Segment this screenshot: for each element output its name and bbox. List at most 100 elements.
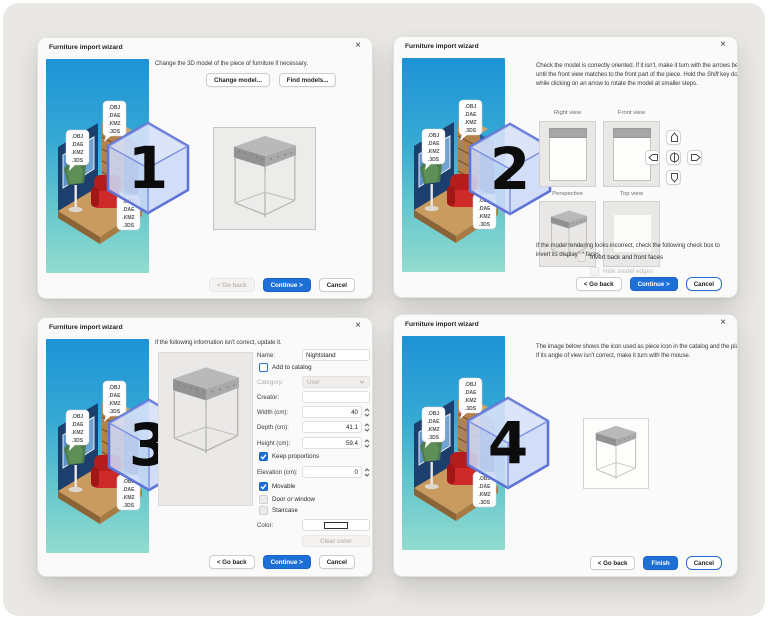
rotate-down-button[interactable]	[666, 170, 681, 185]
door-window-label: Door or window	[272, 496, 315, 503]
front-view-label: Front view	[603, 110, 660, 116]
svg-text:.3DS: .3DS	[72, 438, 84, 444]
staircase-row: Staircase	[259, 506, 298, 515]
cancel-button[interactable]: Cancel	[319, 278, 355, 292]
svg-text:.3DS: .3DS	[465, 406, 477, 412]
rotate-up-button[interactable]	[666, 130, 681, 145]
elevation-row: Elevation (cm):	[257, 466, 370, 478]
color-label: Color:	[257, 522, 302, 529]
go-back-button[interactable]: < Go back	[209, 555, 255, 569]
width-spinner[interactable]	[364, 408, 370, 417]
close-icon[interactable]: ×	[720, 40, 726, 50]
height-input[interactable]	[302, 437, 362, 449]
dialog-title: Furniture import wizard	[49, 324, 123, 331]
dialog-title: Furniture import wizard	[49, 44, 123, 51]
svg-text:.DAE: .DAE	[479, 206, 492, 212]
creator-input[interactable]	[302, 391, 370, 403]
elevation-spinner[interactable]	[364, 468, 370, 477]
clear-color-row: Clear color	[257, 535, 370, 547]
depth-spinner[interactable]	[364, 423, 370, 432]
clear-color-button: Clear color	[302, 535, 370, 547]
rotate-right-button[interactable]	[687, 150, 702, 165]
close-icon[interactable]: ×	[355, 321, 361, 331]
svg-text:.OBJ: .OBJ	[123, 199, 135, 205]
nightstand-wireframe	[168, 361, 244, 465]
continue-button[interactable]: Continue >	[630, 277, 678, 291]
keep-proportions-row: Keep proportions	[259, 452, 319, 461]
go-back-button[interactable]: < Go back	[590, 556, 636, 570]
name-row: Name:	[257, 349, 370, 361]
svg-text:.3DS: .3DS	[109, 409, 121, 415]
add-to-catalog-row: Add to catalog	[259, 363, 312, 372]
width-row: Width (cm):	[257, 406, 370, 418]
color-picker-button[interactable]	[302, 519, 370, 531]
perspective-label: Perspective	[539, 191, 596, 197]
cancel-button[interactable]: Cancel	[686, 277, 722, 291]
height-row: Height (cm):	[257, 437, 370, 449]
hide-edges-label: Hide model edges	[603, 268, 653, 275]
svg-text:.KMZ: .KMZ	[122, 495, 134, 501]
movable-checkbox[interactable]	[259, 482, 268, 491]
check-icon	[260, 453, 267, 460]
cancel-button[interactable]: Cancel	[319, 555, 355, 569]
import-formats-illustration: .OBJ .DAE .KMZ .3DS .OBJ .DAE .KMZ .3DS …	[46, 339, 149, 553]
continue-button[interactable]: Continue >	[263, 278, 311, 292]
height-spinner[interactable]	[364, 439, 370, 448]
color-row: Color:	[257, 519, 370, 531]
rotate-left-button[interactable]	[645, 150, 660, 165]
screenshot-canvas: Furniture import wizard ×	[0, 0, 768, 619]
invert-faces-checkbox[interactable]	[577, 253, 586, 262]
staircase-checkbox[interactable]	[259, 506, 268, 515]
close-icon[interactable]: ×	[720, 318, 726, 328]
width-input[interactable]	[302, 406, 362, 418]
close-icon[interactable]: ×	[355, 41, 361, 51]
height-label: Height (cm):	[257, 440, 302, 447]
wizard-dialog-step2: Furniture import wizard ×	[393, 36, 738, 298]
name-label: Name:	[257, 352, 302, 359]
svg-text:.DAE: .DAE	[465, 112, 478, 118]
depth-input[interactable]	[302, 421, 362, 433]
svg-text:.3DS: .3DS	[123, 223, 135, 229]
svg-text:.3DS: .3DS	[123, 503, 135, 509]
svg-text:.DAE: .DAE	[109, 113, 122, 119]
svg-text:.KMZ: .KMZ	[464, 120, 476, 126]
creator-row: Creator:	[257, 391, 370, 403]
model-preview[interactable]	[213, 127, 316, 230]
elevation-input[interactable]	[302, 466, 362, 478]
add-to-catalog-checkbox[interactable]	[259, 363, 268, 372]
go-back-button[interactable]: < Go back	[576, 277, 622, 291]
svg-text:.DAE: .DAE	[72, 142, 85, 148]
dialog-title: Furniture import wizard	[405, 43, 479, 50]
svg-text:.3DS: .3DS	[479, 222, 491, 228]
door-window-checkbox[interactable]	[259, 495, 268, 504]
staircase-label: Staircase	[272, 507, 298, 514]
find-models-button[interactable]: Find models...	[279, 73, 337, 87]
movable-label: Movable	[272, 483, 295, 490]
model-preview	[158, 352, 253, 506]
svg-text:.OBJ: .OBJ	[465, 104, 477, 110]
change-model-button[interactable]: Change model...	[206, 73, 270, 87]
elevation-label: Elevation (cm):	[257, 469, 302, 476]
keep-proportions-label: Keep proportions	[272, 453, 319, 460]
continue-button[interactable]: Continue >	[263, 555, 311, 569]
category-select: User	[302, 376, 370, 388]
svg-text:.3DS: .3DS	[428, 435, 440, 441]
svg-text:.KMZ: .KMZ	[71, 430, 83, 436]
svg-text:.KMZ: .KMZ	[122, 215, 134, 221]
svg-text:.DAE: .DAE	[428, 141, 441, 147]
name-input[interactable]	[302, 349, 370, 361]
finish-button[interactable]: Finish	[643, 556, 677, 570]
movable-row: Movable	[259, 482, 295, 491]
svg-text:.OBJ: .OBJ	[428, 411, 440, 417]
keep-proportions-checkbox[interactable]	[259, 452, 268, 461]
cancel-button[interactable]: Cancel	[686, 556, 722, 570]
icon-preview[interactable]	[583, 418, 649, 489]
svg-text:.3DS: .3DS	[465, 128, 477, 134]
wizard-art-panel: .OBJ .DAE .KMZ .3DS .OBJ .DAE .KMZ .3DS …	[402, 58, 505, 272]
rotate-axis-icon[interactable]	[666, 150, 681, 165]
svg-text:.OBJ: .OBJ	[479, 476, 491, 482]
svg-text:.OBJ: .OBJ	[109, 105, 121, 111]
category-label: Category:	[257, 379, 302, 386]
wizard-art-panel: .OBJ .DAE .KMZ .3DS .OBJ .DAE .KMZ .3DS …	[46, 339, 149, 553]
top-view-label: Top view	[603, 191, 660, 197]
